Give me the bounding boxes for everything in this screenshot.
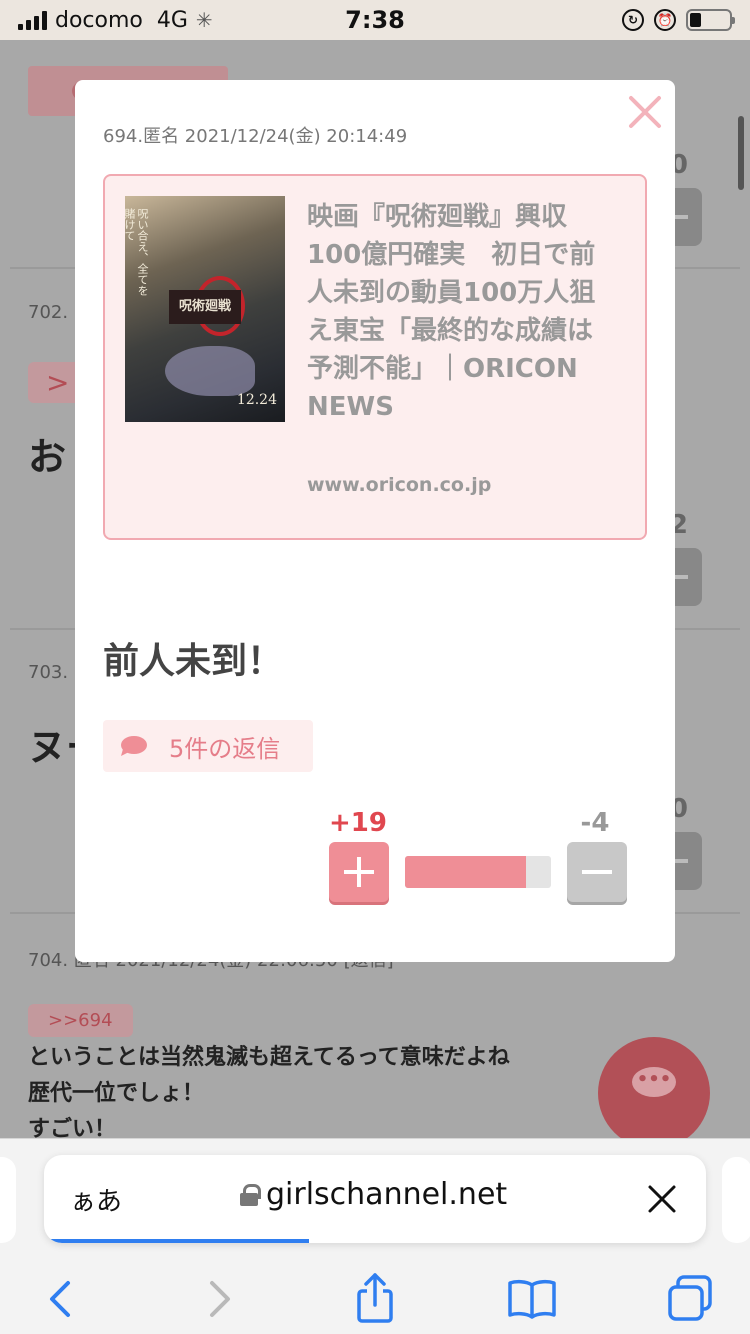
activity-spinner-icon: ✳ xyxy=(195,8,213,32)
background-comment-line: 歴代一位でしょ！ xyxy=(28,1081,205,1106)
comment-meta: 694.匿名 2021/12/24(金) 20:14:49 xyxy=(103,126,408,147)
orientation-lock-icon: ↻ xyxy=(622,9,644,31)
page-settings-button[interactable]: ぁあ xyxy=(70,1181,122,1218)
background-comment-meta: 703. xyxy=(28,662,69,683)
status-bar: docomo 4G ✳ 7:38 ↻ ⏰ xyxy=(0,0,750,40)
post-comment-fab[interactable]: ••• xyxy=(598,1037,710,1149)
link-card[interactable]: 呪い合え、全てを賭けて 呪術廻戦 12.24 映画『呪術廻戦』興収100億円確実… xyxy=(103,174,647,540)
movie-poster-image: 呪い合え、全てを賭けて 呪術廻戦 12.24 xyxy=(125,196,285,422)
minus-vote-button[interactable] xyxy=(567,842,627,902)
address-bar[interactable]: ぁあ girlschannel.net xyxy=(44,1155,706,1243)
back-icon[interactable] xyxy=(32,1271,88,1327)
comment-text: 前人未到！ xyxy=(103,641,284,682)
page-load-progress xyxy=(44,1239,309,1243)
browser-toolbar xyxy=(0,1261,750,1334)
plus-vote-count: +19 xyxy=(329,808,387,838)
alarm-icon: ⏰ xyxy=(654,9,676,31)
poster-date: 12.24 xyxy=(236,392,277,408)
previous-tab-peek[interactable] xyxy=(0,1157,16,1243)
link-title[interactable]: 映画『呪術廻戦』興収100億円確実 初日で前人未到の動員100万人狙え東宝「最終… xyxy=(307,198,607,426)
chat-bubble-icon: ••• xyxy=(632,1067,676,1097)
close-icon[interactable] xyxy=(627,94,663,130)
stop-loading-icon[interactable] xyxy=(644,1181,680,1217)
plus-vote-button[interactable] xyxy=(329,842,389,902)
minus-vote-count: -4 xyxy=(580,808,610,838)
scrollbar-thumb[interactable] xyxy=(738,116,744,190)
poster-tagline: 呪い合え、全てを賭けて xyxy=(125,208,149,296)
carrier-name: docomo xyxy=(55,7,143,33)
link-domain: www.oricon.co.jp xyxy=(307,474,492,496)
speech-bubble-icon xyxy=(121,736,147,756)
bookmarks-icon[interactable] xyxy=(504,1271,560,1327)
lock-icon xyxy=(240,1183,261,1206)
url-text[interactable]: girlschannel.net xyxy=(266,1177,507,1212)
poster-figure xyxy=(165,346,255,396)
network-type: 4G xyxy=(156,7,188,33)
forward-icon[interactable] xyxy=(192,1271,248,1327)
tabs-icon[interactable] xyxy=(662,1271,718,1327)
next-tab-peek[interactable] xyxy=(722,1157,750,1243)
replies-label: 5件の返信 xyxy=(169,734,281,763)
signal-icon xyxy=(18,10,47,30)
share-icon[interactable] xyxy=(347,1271,403,1327)
browser-bottom-bar: ぁあ girlschannel.net xyxy=(0,1138,750,1334)
background-quote-tag: >>694 xyxy=(28,1004,133,1037)
battery-icon xyxy=(686,9,735,31)
replies-button[interactable]: 5件の返信 xyxy=(103,720,313,772)
comment-modal: 694.匿名 2021/12/24(金) 20:14:49 呪い合え、全てを賭け… xyxy=(75,80,675,962)
poster-title: 呪術廻戦 xyxy=(169,290,241,324)
background-comment-line: ということは当然鬼滅も超えてるって意味だよね xyxy=(28,1045,510,1070)
background-comment-text: お xyxy=(28,435,67,479)
background-comment-meta: 702. xyxy=(28,302,69,323)
vote-ratio-bar xyxy=(405,856,551,888)
vote-ratio-fill xyxy=(405,856,527,888)
